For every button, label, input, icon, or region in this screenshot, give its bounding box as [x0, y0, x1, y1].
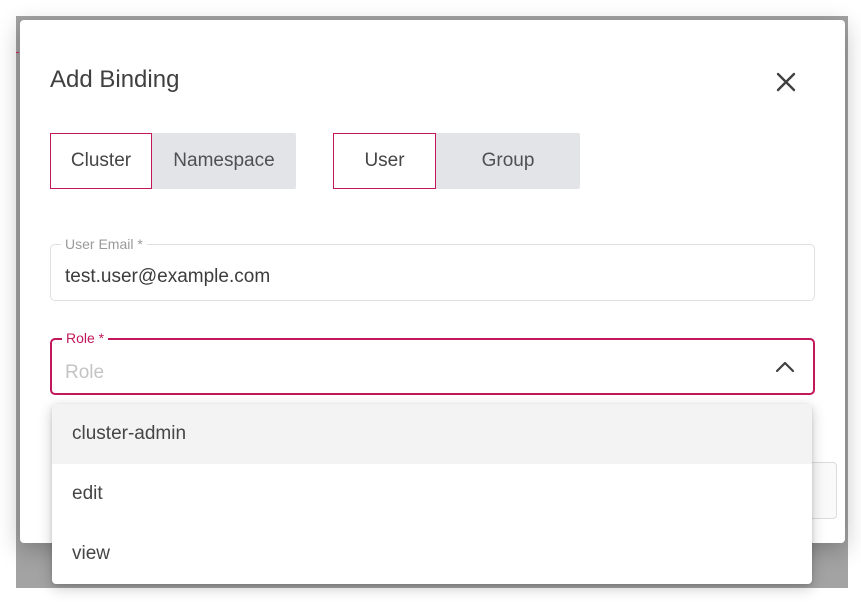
role-option-view[interactable]: view	[52, 524, 812, 584]
role-field: Role *	[50, 330, 815, 395]
dialog-title: Add Binding	[50, 66, 180, 93]
close-icon	[776, 72, 796, 92]
background-accent-line	[16, 52, 19, 53]
role-dropdown-toggle[interactable]	[773, 355, 797, 379]
user-email-label: User Email *	[61, 236, 147, 252]
user-email-input[interactable]	[65, 266, 745, 288]
subject-group-button[interactable]: Group	[436, 133, 580, 189]
subject-user-button[interactable]: User	[333, 133, 436, 189]
subject-toggle: User Group	[333, 133, 580, 189]
scope-namespace-button[interactable]: Namespace	[152, 133, 296, 189]
role-option-edit[interactable]: edit	[52, 464, 812, 524]
role-option-cluster-admin[interactable]: cluster-admin	[52, 404, 812, 464]
close-button[interactable]	[770, 66, 802, 98]
background-page-strip	[0, 0, 861, 16]
scope-cluster-button[interactable]: Cluster	[50, 133, 152, 189]
chevron-up-icon	[775, 361, 795, 373]
scope-toggle: Cluster Namespace	[50, 133, 296, 189]
role-options-menu: cluster-admin edit view	[52, 404, 812, 584]
user-email-field: User Email *	[50, 236, 815, 301]
role-select-input[interactable]	[65, 362, 745, 384]
role-label: Role *	[62, 330, 109, 346]
